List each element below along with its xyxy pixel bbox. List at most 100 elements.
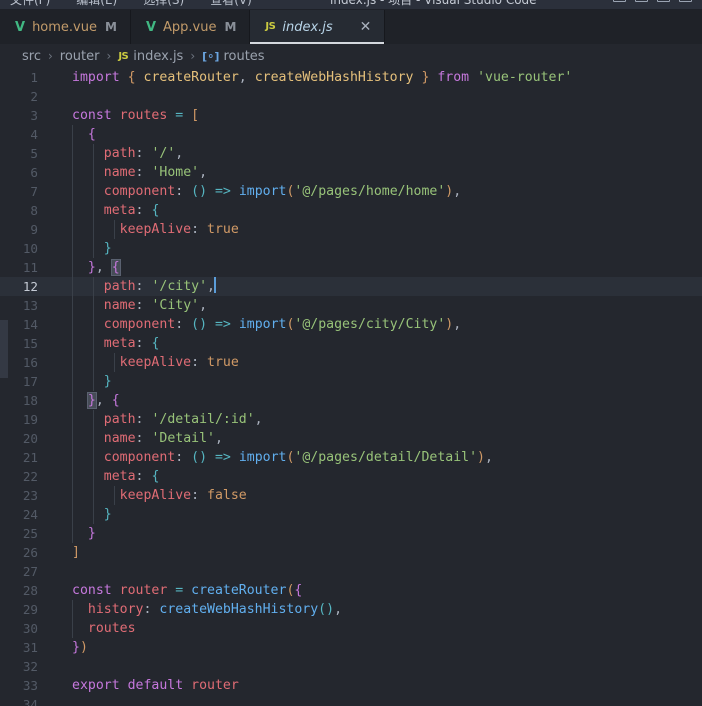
line-content: meta: { [52, 334, 702, 353]
chevron-right-icon: › [190, 49, 196, 63]
line-content: history: createWebHashHistory(), [52, 600, 702, 619]
code-line[interactable]: 8 meta: { [0, 201, 702, 220]
menu-item-edit[interactable]: 编辑(E) [76, 0, 117, 8]
window-controls[interactable] [613, 0, 692, 2]
code-line[interactable]: 32 [0, 657, 702, 676]
line-content: } [52, 505, 702, 524]
tab-close-icon[interactable]: ✕ [360, 20, 372, 34]
tab-label: home.vue [32, 19, 97, 35]
line-content: name: 'Detail', [52, 429, 702, 448]
code-line[interactable]: 21 component: () => import('@/pages/deta… [0, 448, 702, 467]
code-line[interactable]: 2 [0, 87, 702, 106]
symbol-variable-icon: [⚬] [202, 49, 219, 63]
breadcrumb-item-routes[interactable]: routes [223, 49, 264, 64]
line-content: { [52, 125, 702, 144]
line-content: name: 'Home', [52, 163, 702, 182]
line-number: 32 [22, 659, 38, 674]
code-line[interactable]: 30 routes [0, 619, 702, 638]
tab-home-vue[interactable]: V home.vue M [0, 10, 131, 44]
bracket-match-highlight: } [86, 392, 97, 409]
text-cursor [213, 277, 216, 293]
code-line[interactable]: 1 import { createRouter, createWebHashHis… [0, 68, 702, 87]
breadcrumb-item-router[interactable]: router [60, 49, 100, 64]
code-line[interactable]: 7 component: () => import('@/pages/home/… [0, 182, 702, 201]
line-content: } [52, 524, 702, 543]
line-number: 13 [22, 298, 38, 313]
code-editor[interactable]: 1 import { createRouter, createWebHashHis… [0, 68, 702, 706]
tab-label: index.js [282, 19, 333, 35]
code-line[interactable]: 10 } [0, 239, 702, 258]
code-line[interactable]: 31}) [0, 638, 702, 657]
code-line[interactable]: 11 }, { [0, 258, 702, 277]
line-number: 1 [30, 70, 38, 85]
close-icon[interactable] [679, 0, 692, 2]
menu-item-select[interactable]: 选择(S) [143, 0, 184, 8]
code-line[interactable]: 13 name: 'City', [0, 296, 702, 315]
line-number: 4 [30, 127, 38, 142]
line-content: const router = createRouter({ [72, 583, 303, 598]
line-number: 25 [22, 526, 38, 541]
code-line[interactable]: 17 } [0, 372, 702, 391]
breadcrumb-item-src[interactable]: src [22, 49, 41, 64]
line-content: meta: { [52, 467, 702, 486]
line-number: 29 [22, 602, 38, 617]
code-line[interactable]: 14 component: () => import('@/pages/city… [0, 315, 702, 334]
code-line[interactable]: 29 history: createWebHashHistory(), [0, 600, 702, 619]
line-number: 8 [30, 203, 38, 218]
line-content: path: '/', [52, 144, 702, 163]
code-line[interactable]: 6 name: 'Home', [0, 163, 702, 182]
code-line[interactable]: 20 name: 'Detail', [0, 429, 702, 448]
line-number: 30 [22, 621, 38, 636]
code-line[interactable]: 16 keepAlive: true [0, 353, 702, 372]
code-line[interactable]: 28 const router = createRouter({ [0, 581, 702, 600]
line-number: 10 [22, 241, 38, 256]
breadcrumb: src › router › JS index.js › [⚬] routes [0, 44, 702, 68]
chevron-right-icon: › [106, 49, 112, 63]
code-line[interactable]: 26] [0, 543, 702, 562]
js-icon: JS [118, 50, 129, 62]
line-number: 16 [22, 355, 38, 370]
code-line[interactable]: 22 meta: { [0, 467, 702, 486]
window-title: index.js - 项目 - Visual Studio Code [330, 0, 537, 7]
line-number: 20 [22, 431, 38, 446]
code-line[interactable]: 33 export default router [0, 676, 702, 695]
menu-bar[interactable]: 文件(F) 编辑(E) 选择(S) 查看(V) [10, 0, 252, 8]
code-line[interactable]: 5 path: '/', [0, 144, 702, 163]
code-line[interactable]: 27 [0, 562, 702, 581]
line-number: 27 [22, 564, 38, 579]
line-number: 18 [22, 393, 38, 408]
line-number: 26 [22, 545, 38, 560]
line-content: export default router [72, 678, 239, 693]
code-line[interactable]: 4 { [0, 125, 702, 144]
code-line[interactable]: 25 } [0, 524, 702, 543]
line-content: component: () => import('@/pages/home/ho… [52, 182, 702, 201]
line-number: 7 [30, 184, 38, 199]
minimize-icon[interactable] [635, 0, 648, 2]
restore-down-icon[interactable] [613, 0, 626, 2]
menu-item-view[interactable]: 查看(V) [210, 0, 252, 8]
code-line[interactable]: 34 [0, 695, 702, 706]
code-line[interactable]: 19 path: '/detail/:id', [0, 410, 702, 429]
code-line[interactable]: 18 }, { [0, 391, 702, 410]
code-line[interactable]: 9 keepAlive: true [0, 220, 702, 239]
code-line[interactable]: 24 } [0, 505, 702, 524]
line-content: keepAlive: true [52, 353, 702, 372]
breadcrumb-item-index-js[interactable]: index.js [133, 49, 183, 64]
vue-icon: V [145, 19, 156, 35]
line-content: }, { [52, 391, 702, 410]
code-line[interactable]: 3 const routes = [ [0, 106, 702, 125]
bracket-match-highlight: { [110, 259, 121, 276]
maximize-icon[interactable] [657, 0, 670, 2]
line-content: meta: { [52, 201, 702, 220]
line-number: 31 [22, 640, 38, 655]
vscode-window: 文件(F) 编辑(E) 选择(S) 查看(V) index.js - 项目 - … [0, 0, 702, 706]
menu-item-file[interactable]: 文件(F) [10, 0, 50, 8]
code-line-active[interactable]: 12 path: '/city', [0, 277, 702, 296]
line-content: routes [52, 619, 702, 638]
line-content: path: '/city', [52, 277, 702, 296]
code-line[interactable]: 23 keepAlive: false [0, 486, 702, 505]
line-number: 14 [22, 317, 38, 332]
tab-app-vue[interactable]: V App.vue M [130, 10, 251, 44]
code-line[interactable]: 15 meta: { [0, 334, 702, 353]
tab-index-js[interactable]: JS index.js ✕ [250, 10, 386, 44]
